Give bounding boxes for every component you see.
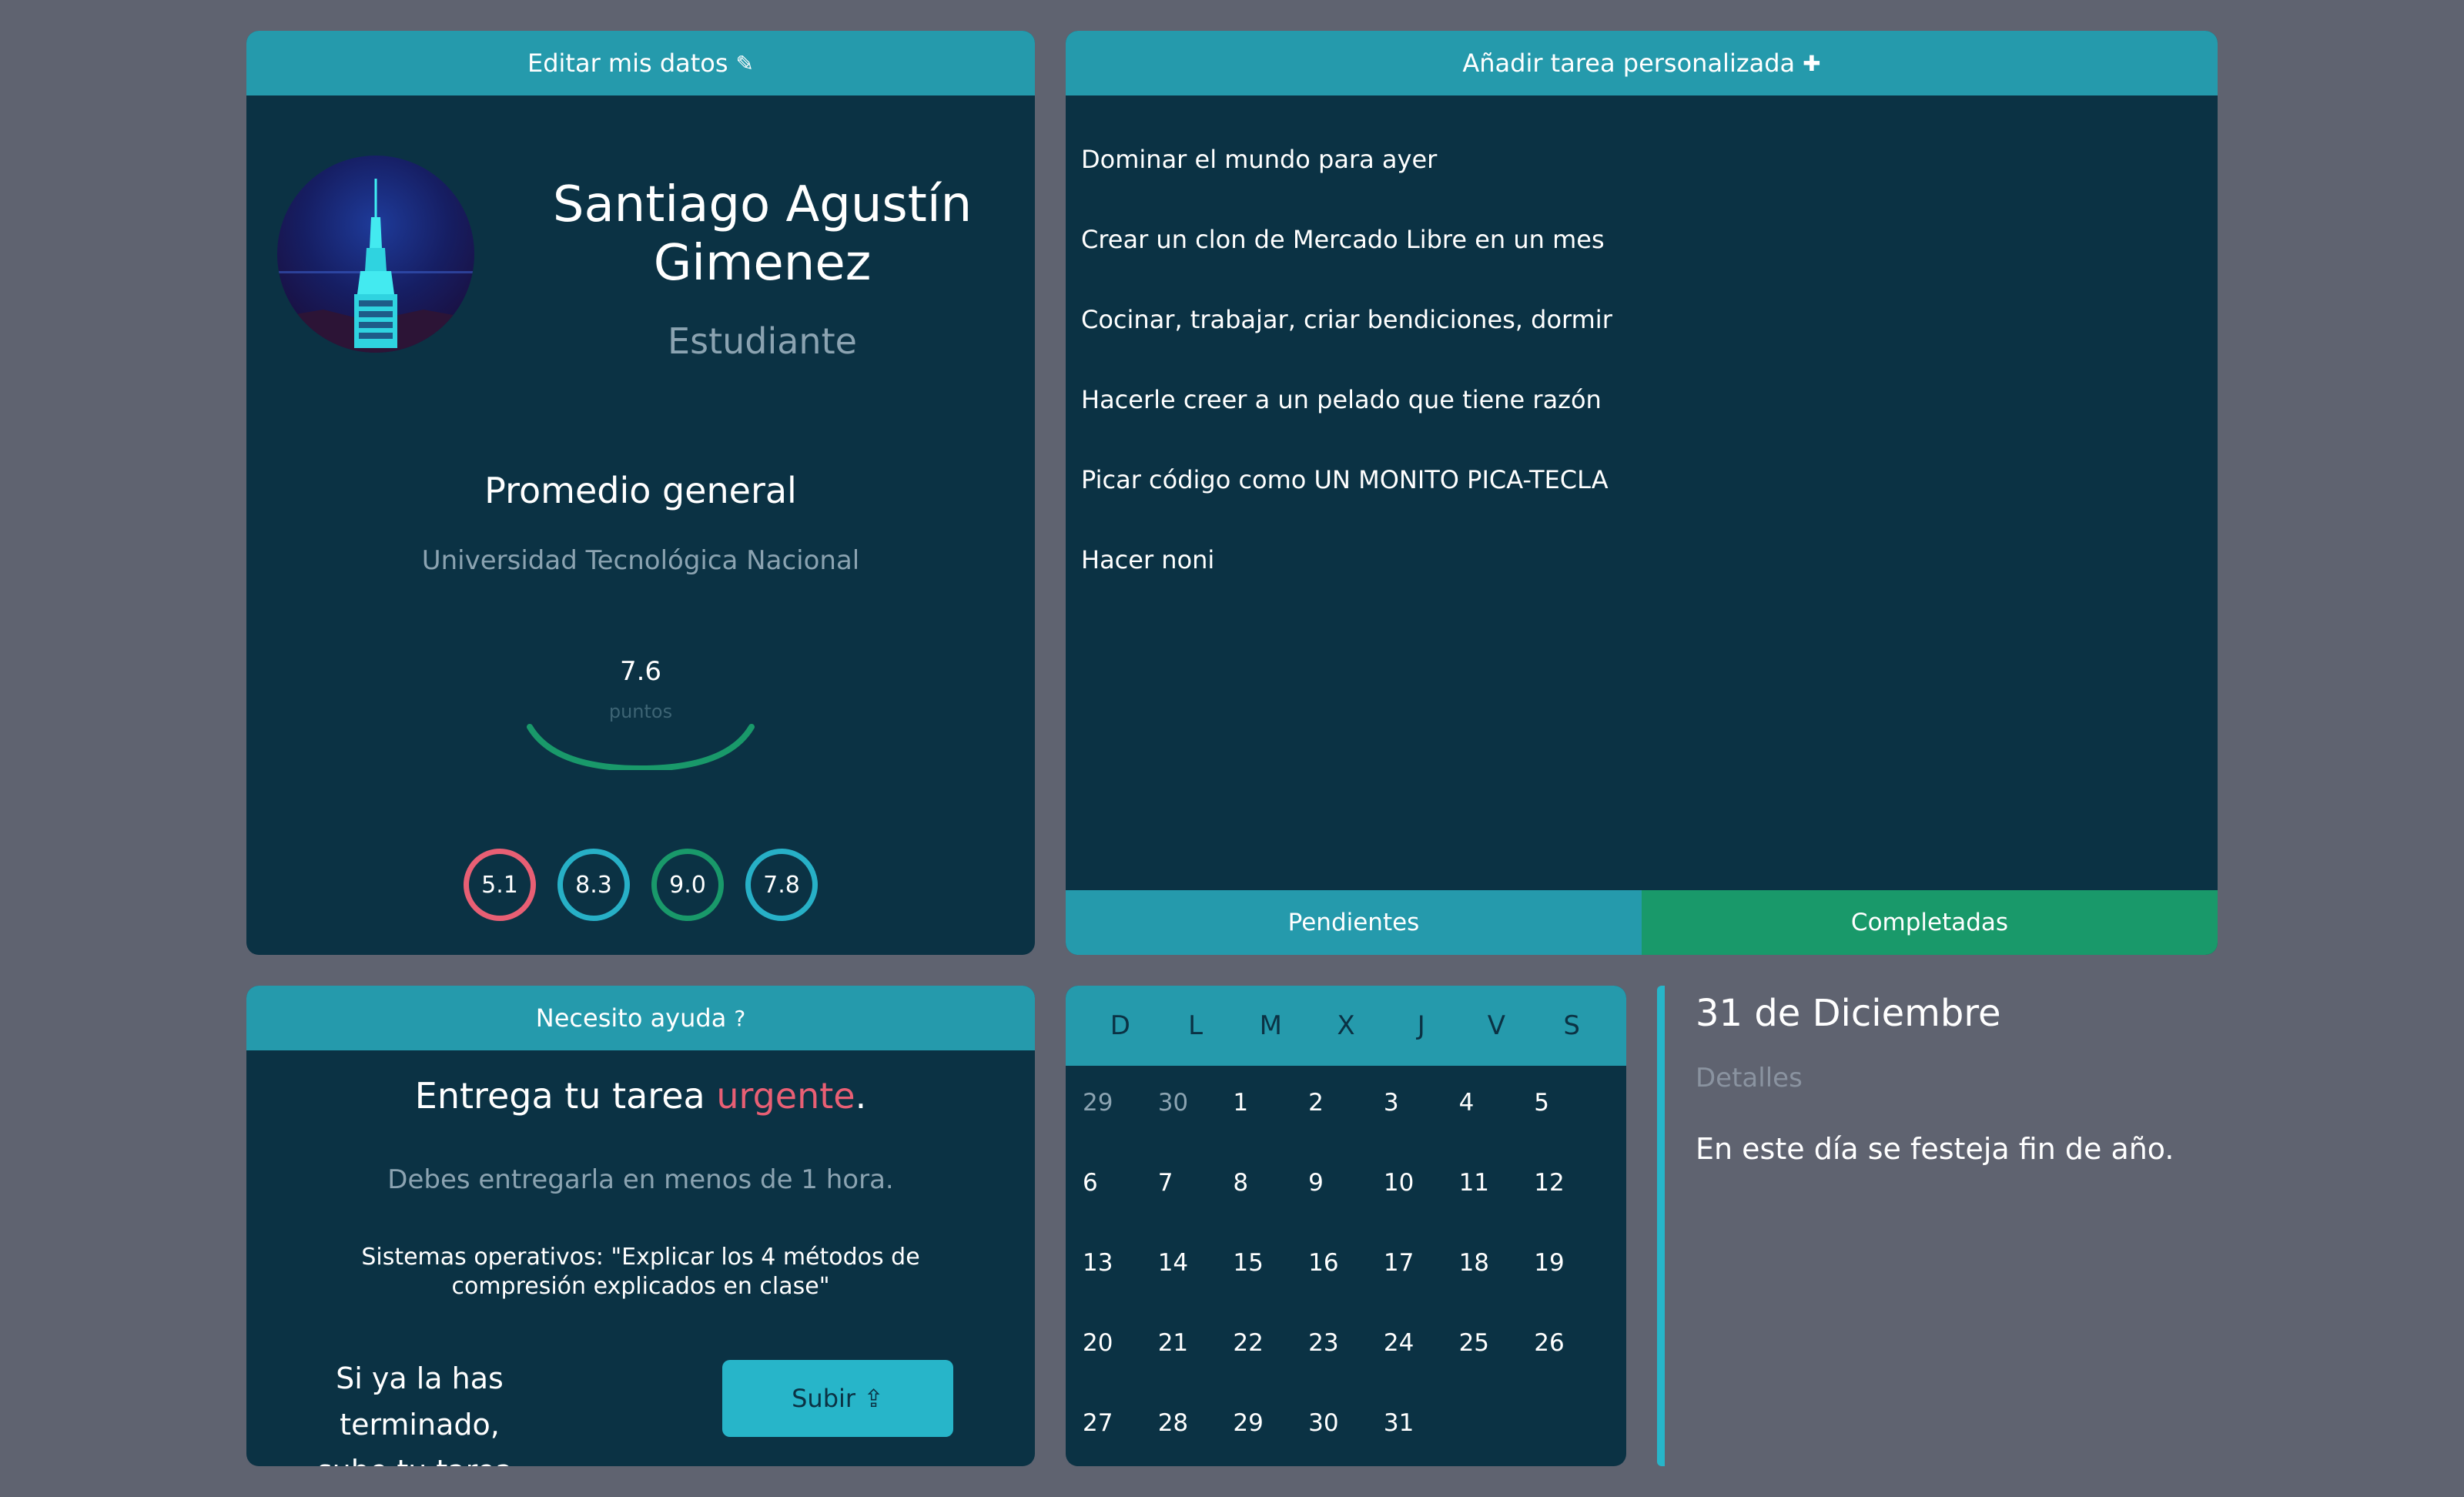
- edit-icon: ✎: [735, 50, 754, 76]
- upload-prompt-line1: Si ya la has terminado,: [336, 1361, 504, 1442]
- grade-badge: 8.3: [557, 849, 630, 921]
- university-name: Universidad Tecnológica Nacional: [421, 545, 860, 576]
- help-title-prefix: Entrega tu tarea: [414, 1075, 717, 1117]
- average-value: 7.6: [619, 656, 662, 687]
- calendar-day[interactable]: 24: [1384, 1306, 1459, 1386]
- task-item[interactable]: Dominar el mundo para ayer: [1081, 145, 1612, 225]
- calendar-day[interactable]: 22: [1233, 1306, 1308, 1386]
- tab-completadas[interactable]: Completadas: [1642, 890, 2218, 955]
- calendar-day[interactable]: 5: [1534, 1066, 1609, 1146]
- profile-name: Santiago Agustín Gimenez: [552, 176, 973, 292]
- profile-card: Editar mis datos ✎ Santiago Agustín Gime…: [246, 31, 1035, 955]
- calendar-day[interactable]: 17: [1384, 1226, 1459, 1306]
- upload-prompt: Si ya la has terminado, sube tu tarea.: [277, 1355, 562, 1466]
- help-title: Entrega tu tarea urgente.: [246, 1075, 1035, 1117]
- upload-prompt-line2: sube tu tarea.: [277, 1448, 562, 1466]
- upload-button[interactable]: Subir ⇪: [722, 1360, 953, 1437]
- avatar: [277, 156, 474, 353]
- add-task-label: Añadir tarea personalizada: [1462, 49, 1796, 78]
- grade-list: 5.1 8.3 9.0 7.8: [246, 849, 1035, 921]
- calendar-day[interactable]: 30: [1158, 1066, 1234, 1146]
- calendar-day[interactable]: 20: [1083, 1306, 1158, 1386]
- help-subtitle: Debes entregarla en menos de 1 hora.: [387, 1164, 894, 1195]
- tab-pendientes[interactable]: Pendientes: [1066, 890, 1642, 955]
- grade-badge: 5.1: [464, 849, 536, 921]
- day-detail-panel: 31 de Diciembre Detalles En este día se …: [1657, 986, 2211, 1466]
- calendar-day[interactable]: 16: [1308, 1226, 1384, 1306]
- add-icon: ✚: [1803, 50, 1821, 76]
- calendar-day[interactable]: 13: [1083, 1226, 1158, 1306]
- calendar-day[interactable]: 31: [1384, 1386, 1459, 1466]
- help-card: Necesito ayuda ? Entrega tu tarea urgent…: [246, 986, 1035, 1466]
- detail-accent-bar: [1657, 986, 1665, 1466]
- calendar-day[interactable]: 23: [1308, 1306, 1384, 1386]
- calendar-day[interactable]: 9: [1308, 1146, 1384, 1226]
- calendar-day[interactable]: 4: [1459, 1066, 1535, 1146]
- calendar-day[interactable]: 12: [1534, 1146, 1609, 1226]
- calendar-day[interactable]: 10: [1384, 1146, 1459, 1226]
- calendar-day[interactable]: 2: [1308, 1066, 1384, 1146]
- weekday-label: M: [1259, 1010, 1282, 1041]
- weekday-label: J: [1417, 1010, 1425, 1041]
- grade-badge: 7.8: [745, 849, 818, 921]
- help-header[interactable]: Necesito ayuda ?: [246, 986, 1035, 1050]
- upload-icon: ⇪: [863, 1384, 884, 1413]
- tasks-card: Añadir tarea personalizada ✚ Dominar el …: [1066, 31, 2218, 955]
- help-header-label: Necesito ayuda: [535, 1003, 727, 1033]
- urgent-task-description: Sistemas operativos: "Explicar los 4 mét…: [361, 1244, 920, 1300]
- calendar-day[interactable]: 29: [1233, 1386, 1308, 1466]
- tower-image: [277, 179, 474, 353]
- average-title: Promedio general: [484, 470, 797, 511]
- calendar-day[interactable]: 26: [1534, 1306, 1609, 1386]
- calendar-day[interactable]: 11: [1459, 1146, 1535, 1226]
- weekday-label: V: [1487, 1010, 1506, 1041]
- average-gauge: [527, 724, 755, 770]
- calendar-day[interactable]: 3: [1384, 1066, 1459, 1146]
- add-task-header[interactable]: Añadir tarea personalizada ✚: [1066, 31, 2218, 95]
- calendar-day[interactable]: 15: [1233, 1226, 1308, 1306]
- calendar-day[interactable]: 1: [1233, 1066, 1308, 1146]
- detail-date: 31 de Diciembre: [1696, 992, 2001, 1035]
- calendar-card: DLMXJVS 29 30 1 2 3 4 5 6 7 8 9 10 11 12 13 14 15 16 17 18 1…: [1066, 986, 1626, 1466]
- weekday-label: L: [1188, 1010, 1204, 1041]
- weekday-label: X: [1337, 1010, 1355, 1041]
- calendar-day[interactable]: 7: [1158, 1146, 1234, 1226]
- weekday-label: D: [1110, 1010, 1130, 1041]
- calendar-day[interactable]: 19: [1534, 1226, 1609, 1306]
- task-item[interactable]: Crear un clon de Mercado Libre en un mes: [1081, 225, 1612, 305]
- task-item[interactable]: Hacer noni: [1081, 545, 1612, 625]
- detail-label: Detalles: [1696, 1063, 1803, 1093]
- calendar-days: 29 30 1 2 3 4 5 6 7 8 9 10 11 12 13 14 15 16 17 18 19 20 21 22 2…: [1066, 1066, 1626, 1466]
- task-item[interactable]: Picar código como UN MONITO PICA-TECLA: [1081, 465, 1612, 545]
- task-list: Dominar el mundo para ayer Crear un clon …: [1081, 145, 1612, 625]
- calendar-day[interactable]: 8: [1233, 1146, 1308, 1226]
- calendar-day[interactable]: 6: [1083, 1146, 1158, 1226]
- help-title-suffix: .: [855, 1075, 867, 1117]
- calendar-day[interactable]: 29: [1083, 1066, 1158, 1146]
- urgent-label: urgente: [716, 1075, 855, 1117]
- grade-badge: 9.0: [651, 849, 724, 921]
- task-item[interactable]: Hacerle creer a un pelado que tiene razó…: [1081, 385, 1612, 465]
- profile-role: Estudiante: [668, 320, 857, 362]
- task-tabs: Pendientes Completadas: [1066, 890, 2218, 955]
- calendar-day[interactable]: 30: [1308, 1386, 1384, 1466]
- weekday-label: S: [1563, 1010, 1580, 1041]
- calendar-day[interactable]: 27: [1083, 1386, 1158, 1466]
- edit-profile-label: Editar mis datos: [527, 49, 728, 78]
- calendar-weekdays: DLMXJVS: [1066, 986, 1626, 1066]
- calendar-day[interactable]: 14: [1158, 1226, 1234, 1306]
- detail-text: En este día se festeja fin de año.: [1696, 1132, 2174, 1166]
- upload-button-label: Subir: [792, 1384, 856, 1413]
- calendar-day[interactable]: 21: [1158, 1306, 1234, 1386]
- help-icon: ?: [734, 1005, 746, 1031]
- calendar-day[interactable]: 28: [1158, 1386, 1234, 1466]
- edit-profile-header[interactable]: Editar mis datos ✎: [246, 31, 1035, 95]
- task-item[interactable]: Cocinar, trabajar, criar bendiciones, do…: [1081, 305, 1612, 385]
- calendar-day[interactable]: 18: [1459, 1226, 1535, 1306]
- calendar-day[interactable]: 25: [1459, 1306, 1535, 1386]
